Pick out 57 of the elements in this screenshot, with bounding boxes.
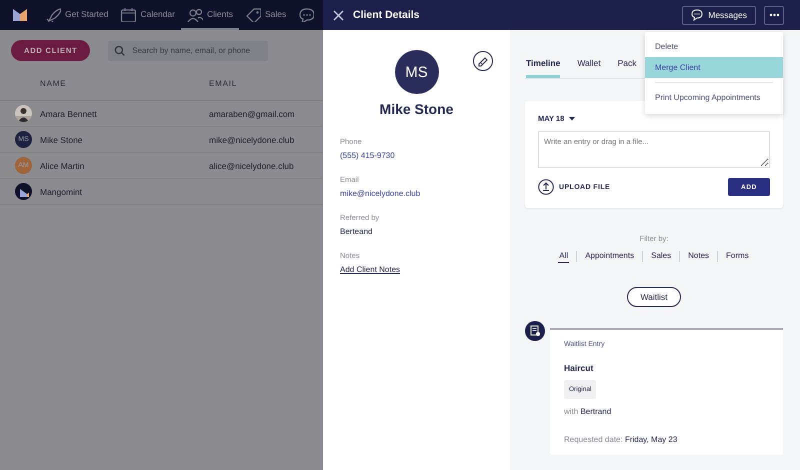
logo-icon [18,186,29,197]
chat-icon [691,9,704,21]
client-name[interactable]: Mike Stone [40,134,209,144]
client-name: Mike Stone [378,101,454,117]
search-bar[interactable]: Search by name, email, or phone [108,40,268,60]
filter-tab[interactable]: Appointments [584,251,636,263]
filter-tab[interactable]: Forms [725,251,750,263]
nav-tab[interactable]: Get Started [39,0,114,30]
avatar: MS [394,50,438,94]
client-email: alice@nicelydone.club [209,160,295,170]
tab[interactable]: Wallet [577,56,601,78]
staff-name: Bertrand [580,407,612,416]
waitlist-button[interactable]: Waitlist [627,287,681,307]
column-header: EMAIL [209,79,238,90]
search-icon [114,45,126,56]
client-email: mike@nicelydone.club [209,134,296,144]
staff-label: with [564,407,578,416]
drawer-title: Client Details [353,9,421,21]
caret-icon [569,116,576,120]
more-button[interactable] [764,6,784,24]
client-name[interactable]: Amara Bennett [40,108,209,118]
document-icon [530,325,540,337]
client-email: amaraben@gmail.com [209,108,296,118]
field-link[interactable]: mike@nicelydone.club [340,189,420,198]
tab[interactable]: Timeline [526,56,560,78]
service-name: Haircut [564,363,594,373]
tag-icon [244,6,261,22]
field-value: Berteand [340,227,372,236]
client-name[interactable]: Alice Martin [40,160,209,170]
filter-tab[interactable]: All [558,251,570,263]
filter-tab[interactable]: Sales [650,251,672,263]
menu-item[interactable]: Print Upcoming Appointments [645,87,783,108]
date-label: Requested date: [564,435,623,444]
nav-tab[interactable]: Sales [238,0,292,30]
filter-tab[interactable]: Notes [687,251,710,263]
chat-icon [298,6,314,22]
field-link[interactable]: (555) 415-9730 [340,151,395,160]
pencil-icon [477,55,489,67]
upload-icon [538,179,554,195]
more-icon [768,13,780,17]
close-button[interactable] [332,8,345,22]
column-header: NAME [39,79,68,90]
requested-date: Friday, May 23 [624,435,678,444]
close-icon [332,8,345,22]
logo-icon [11,6,29,24]
client-name[interactable]: Mangomint [40,186,209,196]
tab[interactable]: Pack [618,56,637,78]
menu-item[interactable]: Merge Client [645,57,783,78]
edit-button[interactable] [473,51,493,71]
calendar-icon [120,6,136,22]
add-notes-link[interactable]: Add Client Notes [340,265,400,274]
search-field[interactable]: Search by name, email, or phone [130,45,262,56]
menu-item[interactable]: Delete [645,36,783,57]
people-icon [186,6,203,22]
messages-button[interactable]: Messages [682,6,756,24]
nav-tab[interactable]: Calendar [114,0,181,30]
nav-tab[interactable]: Clients [180,0,239,30]
